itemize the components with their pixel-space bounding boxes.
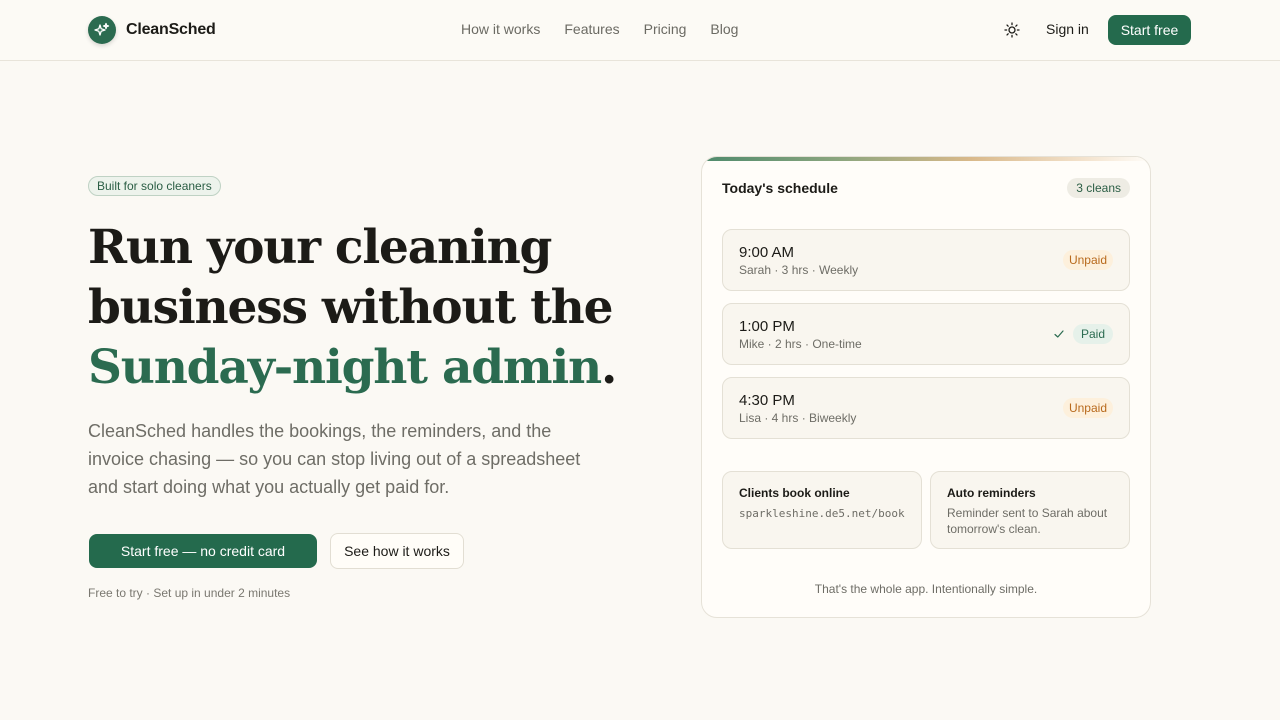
status-badge: Unpaid: [1062, 250, 1113, 270]
audience-badge: Built for solo cleaners: [88, 176, 221, 196]
nav-blog[interactable]: Blog: [710, 21, 738, 37]
sparkle-icon: [88, 16, 116, 44]
nav-features[interactable]: Features: [564, 21, 619, 37]
appointment-time: 1:00 PM: [739, 318, 795, 335]
appointment-details: Sarah · 3 hrs · Weekly: [739, 263, 859, 277]
brand-name: CleanSched: [126, 21, 216, 38]
appointment-details: Mike · 2 hrs · One-time: [739, 337, 862, 351]
appointment-time: 9:00 AM: [739, 244, 795, 261]
feature-online-booking: Clients book online sparkleshine.de5.net…: [722, 471, 922, 549]
sun-icon[interactable]: [1003, 21, 1021, 39]
start-free-cta-button[interactable]: Start free — no credit card: [89, 534, 317, 568]
nav-pricing[interactable]: Pricing: [644, 21, 687, 37]
hero-headline: Run your cleaning business without the S…: [88, 218, 648, 398]
feature-title: Clients book online: [739, 486, 850, 500]
card-accent-bar: [702, 157, 1150, 161]
start-free-button[interactable]: Start free: [1108, 15, 1191, 45]
status-badge: Paid: [1072, 324, 1113, 344]
hero-fine-print: Free to try · Set up in under 2 minutes: [88, 586, 291, 600]
check-icon: [1053, 327, 1065, 339]
appointment-row[interactable]: 1:00 PM Mike · 2 hrs · One-time Paid: [722, 303, 1130, 365]
brand-logo[interactable]: CleanSched: [88, 16, 216, 44]
headline-accent: Sunday-night admin: [88, 340, 602, 395]
headline-period: .: [601, 340, 617, 395]
appointment-details: Lisa · 4 hrs · Biweekly: [739, 411, 857, 425]
headline-line-1: Run your cleaning: [88, 220, 552, 275]
appointment-row[interactable]: 4:30 PM Lisa · 4 hrs · Biweekly Unpaid: [722, 377, 1130, 439]
status-badge: Unpaid: [1062, 398, 1113, 418]
card-footer-note: That's the whole app. Intentionally simp…: [814, 582, 1038, 596]
appointment-time: 4:30 PM: [739, 392, 795, 409]
main-nav: How it works Features Pricing Blog: [461, 21, 738, 37]
sign-in-link[interactable]: Sign in: [1046, 21, 1089, 37]
feature-auto-reminders: Auto reminders Reminder sent to Sarah ab…: [930, 471, 1130, 549]
site-header: CleanSched How it works Features Pricing…: [0, 0, 1280, 61]
booking-link[interactable]: sparkleshine.de5.net/book: [739, 506, 907, 522]
headline-line-2: business without the: [88, 280, 613, 335]
feature-description: Reminder sent to Sarah about tomorrow's …: [947, 506, 1108, 536]
feature-title: Auto reminders: [947, 486, 1036, 500]
hero-subtext: CleanSched handles the bookings, the rem…: [88, 421, 581, 497]
nav-how-it-works[interactable]: How it works: [461, 21, 540, 37]
appointment-row[interactable]: 9:00 AM Sarah · 3 hrs · Weekly Unpaid: [722, 229, 1130, 291]
see-how-it-works-button[interactable]: See how it works: [330, 533, 464, 569]
schedule-title: Today's schedule: [722, 180, 838, 196]
schedule-preview-card: Today's schedule 3 cleans 9:00 AM Sarah …: [701, 156, 1151, 618]
clean-count-badge: 3 cleans: [1067, 178, 1130, 198]
